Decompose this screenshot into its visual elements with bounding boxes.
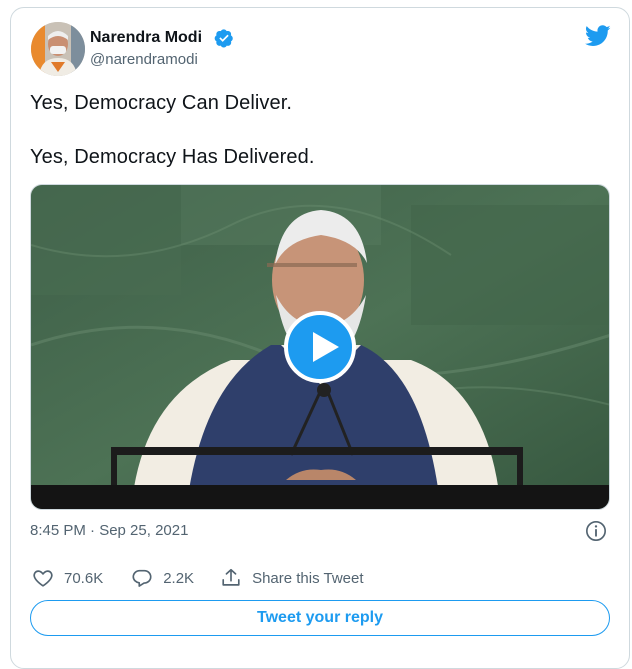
play-icon xyxy=(313,332,339,362)
info-icon[interactable] xyxy=(585,520,607,542)
heart-icon xyxy=(33,570,53,587)
tweet-reply-button[interactable]: Tweet your reply xyxy=(30,600,610,636)
tweet-timestamp[interactable]: 8:45 PM · Sep 25, 2021 xyxy=(30,522,188,539)
avatar[interactable] xyxy=(31,22,85,76)
twitter-bird-icon[interactable] xyxy=(585,25,611,47)
reply-button[interactable]: 2.2K xyxy=(131,567,194,589)
author-handle[interactable]: @narendramodi xyxy=(90,51,198,68)
like-count: 70.6K xyxy=(64,569,104,587)
share-button[interactable]: Share this Tweet xyxy=(220,567,364,589)
like-button[interactable]: 70.6K xyxy=(32,567,103,589)
verified-badge-icon xyxy=(214,29,233,48)
tweet-card: Narendra Modi @narendramodi Yes, Democra… xyxy=(10,7,630,669)
video-player[interactable] xyxy=(30,184,610,510)
reply-count: 2.2K xyxy=(163,569,195,587)
play-button[interactable] xyxy=(284,311,356,383)
share-label: Share this Tweet xyxy=(252,569,364,587)
action-bar: 70.6K 2.2K Share this Tweet xyxy=(30,566,364,590)
share-icon xyxy=(222,568,240,586)
tweet-text-line-1: Yes, Democracy Can Deliver. xyxy=(30,92,293,114)
tweet-text-line-2: Yes, Democracy Has Delivered. xyxy=(30,146,315,168)
reply-bubble-icon xyxy=(132,569,152,587)
author-name[interactable]: Narendra Modi xyxy=(90,29,202,47)
